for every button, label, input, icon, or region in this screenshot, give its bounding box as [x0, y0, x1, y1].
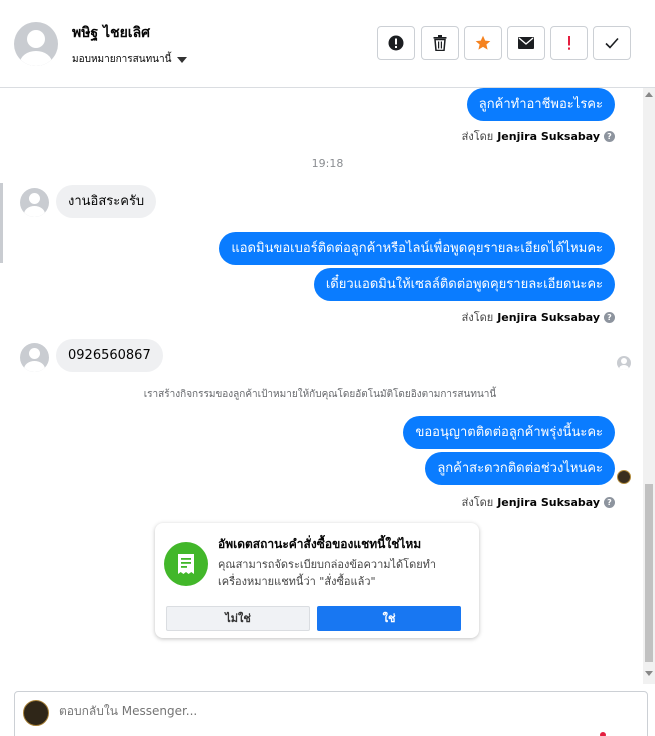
card-description: คุณสามารถจัดระเบียบกล่องข้อความได้โดยทำเ… [218, 558, 437, 588]
no-button[interactable]: ไม่ใช่ [166, 606, 310, 631]
timestamp: 19:18 [311, 157, 344, 170]
conversation-header: พษิฐ ไชยเลิศ มอบหมายการสนทนานี้ [0, 0, 655, 88]
reply-composer [14, 691, 648, 736]
check-icon [605, 37, 619, 49]
reply-input[interactable] [59, 704, 559, 718]
page-avatar [23, 700, 49, 726]
mark-unread-button[interactable] [507, 26, 545, 60]
notification-dot [600, 732, 606, 736]
incoming-message[interactable]: งานอิสระครับ [56, 185, 157, 218]
sent-by-label: ส่งโดย Jenjira Suksabay ? [462, 308, 615, 326]
outgoing-message[interactable]: ขออนุญาตติดต่อลูกค้าพรุ่งนี้นะคะ [403, 416, 615, 449]
spam-button[interactable] [377, 26, 415, 60]
help-icon[interactable]: ? [604, 311, 615, 323]
seen-page-logo-icon [617, 470, 631, 484]
system-note: เราสร้างกิจกรรมของลูกค้าเป้าหมายให้กับคุ… [143, 389, 497, 400]
assign-conversation-dropdown[interactable]: มอบหมายการสนทนานี้ [72, 52, 188, 67]
scroll-up-arrow-icon[interactable] [645, 92, 653, 97]
agent-name: Jenjira Suksabay [497, 495, 600, 509]
outgoing-message[interactable]: ลูกค้าสะดวกติดต่อช่วงไหนคะ [425, 452, 615, 485]
order-status-prompt-card: อัพเดตสถานะคำสั่งซื้อของแชทนี้ใช่ไหม คุณ… [155, 523, 479, 638]
chevron-down-icon [177, 56, 188, 63]
receipt-icon [164, 542, 208, 586]
star-icon [475, 35, 491, 50]
delete-button[interactable] [421, 26, 459, 60]
alert-circle-icon [388, 35, 404, 51]
contact-avatar[interactable] [14, 22, 58, 66]
seen-avatar-icon [617, 356, 631, 370]
resize-handle[interactable] [0, 183, 3, 263]
help-icon[interactable]: ? [604, 496, 615, 508]
scroll-down-arrow-icon[interactable] [645, 671, 653, 676]
exclamation-icon [568, 36, 570, 50]
incoming-message[interactable]: 0926560867 [56, 339, 163, 372]
contact-avatar-small [20, 343, 49, 372]
scrollbar[interactable] [643, 88, 655, 684]
done-button[interactable] [593, 26, 631, 60]
outgoing-message[interactable]: ลูกค้าทำอาชีพอะไรคะ [466, 88, 615, 121]
help-icon[interactable]: ? [604, 130, 615, 142]
envelope-icon [518, 37, 534, 49]
scrollbar-thumb[interactable] [645, 484, 653, 662]
contact-avatar-small [20, 188, 49, 217]
outgoing-message[interactable]: เดี๋ยวแอดมินให้เซลล์ติดต่อพูดคุยรายละเอี… [313, 268, 615, 301]
sent-by-prefix: ส่งโดย [461, 496, 494, 509]
assign-label: มอบหมายการสนทนานี้ [72, 54, 172, 65]
agent-name: Jenjira Suksabay [497, 129, 600, 143]
sent-by-label: ส่งโดย Jenjira Suksabay ? [462, 493, 615, 511]
outgoing-message[interactable]: แอดมินขอเบอร์ติดต่อลูกค้าหรือไลน์เพื่อพู… [219, 232, 615, 265]
trash-icon [433, 35, 447, 51]
agent-name: Jenjira Suksabay [497, 310, 600, 324]
sent-by-prefix: ส่งโดย [461, 130, 494, 143]
card-title: อัพเดตสถานะคำสั่งซื้อของแชทนี้ใช่ไหม [218, 537, 422, 551]
contact-name[interactable]: พษิฐ ไชยเลิศ [72, 22, 150, 44]
star-button[interactable] [464, 26, 502, 60]
follow-up-button[interactable] [550, 26, 588, 60]
sent-by-prefix: ส่งโดย [461, 311, 494, 324]
yes-button[interactable]: ใช่ [317, 606, 461, 631]
sent-by-label: ส่งโดย Jenjira Suksabay ? [462, 127, 615, 145]
